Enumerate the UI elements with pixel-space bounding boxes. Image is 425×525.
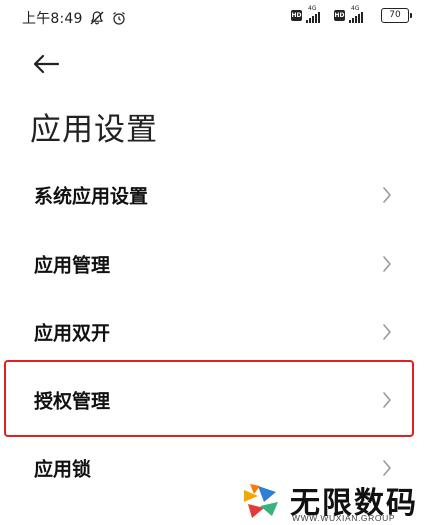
network-type-label: 4G: [308, 4, 317, 12]
signal-icon: 4G: [349, 5, 373, 23]
chevron-right-icon: [383, 256, 391, 272]
menu-item-label: 应用管理: [34, 254, 111, 277]
status-bar-left: 上午8:49: [22, 8, 127, 28]
chevron-right-icon: [383, 324, 391, 340]
network-type-label: 4G: [351, 4, 360, 12]
menu-item-app-management[interactable]: 应用管理: [0, 234, 425, 294]
menu-item-system-app-settings[interactable]: 系统应用设置: [0, 165, 425, 225]
hd-badge: HD: [334, 10, 345, 21]
chevron-right-icon: [383, 392, 391, 408]
brand-logo-icon: [244, 484, 278, 518]
chevron-right-icon: [383, 187, 391, 203]
hd-badge: HD: [291, 10, 302, 21]
status-bar: 上午8:49 HD 4G HD 4G 70: [0, 0, 425, 34]
menu-item-label: 系统应用设置: [34, 185, 149, 208]
chevron-right-icon: [383, 460, 391, 476]
battery-icon: 70: [381, 8, 412, 23]
status-time: 上午8:49: [22, 11, 83, 27]
menu-item-label: 应用锁: [34, 458, 92, 481]
arrow-left-icon: [33, 54, 60, 74]
alarm-clock-icon: [112, 11, 125, 25]
watermark: 无限数码 WWW.WUXIAN.GROUP: [240, 476, 425, 525]
menu-item-permissions[interactable]: 授权管理: [0, 370, 425, 430]
menu-item-dual-apps[interactable]: 应用双开: [0, 302, 425, 362]
status-bar-right: HD 4G HD 4G 70: [291, 5, 412, 23]
page-title: 应用设置: [30, 112, 158, 148]
back-button[interactable]: [30, 50, 62, 78]
menu-item-label: 应用双开: [34, 322, 111, 345]
watermark-subtitle: WWW.WUXIAN.GROUP: [292, 513, 396, 523]
menu-item-label: 授权管理: [34, 390, 111, 413]
signal-icon: 4G: [306, 5, 330, 23]
do-not-disturb-off-icon: [90, 11, 104, 25]
